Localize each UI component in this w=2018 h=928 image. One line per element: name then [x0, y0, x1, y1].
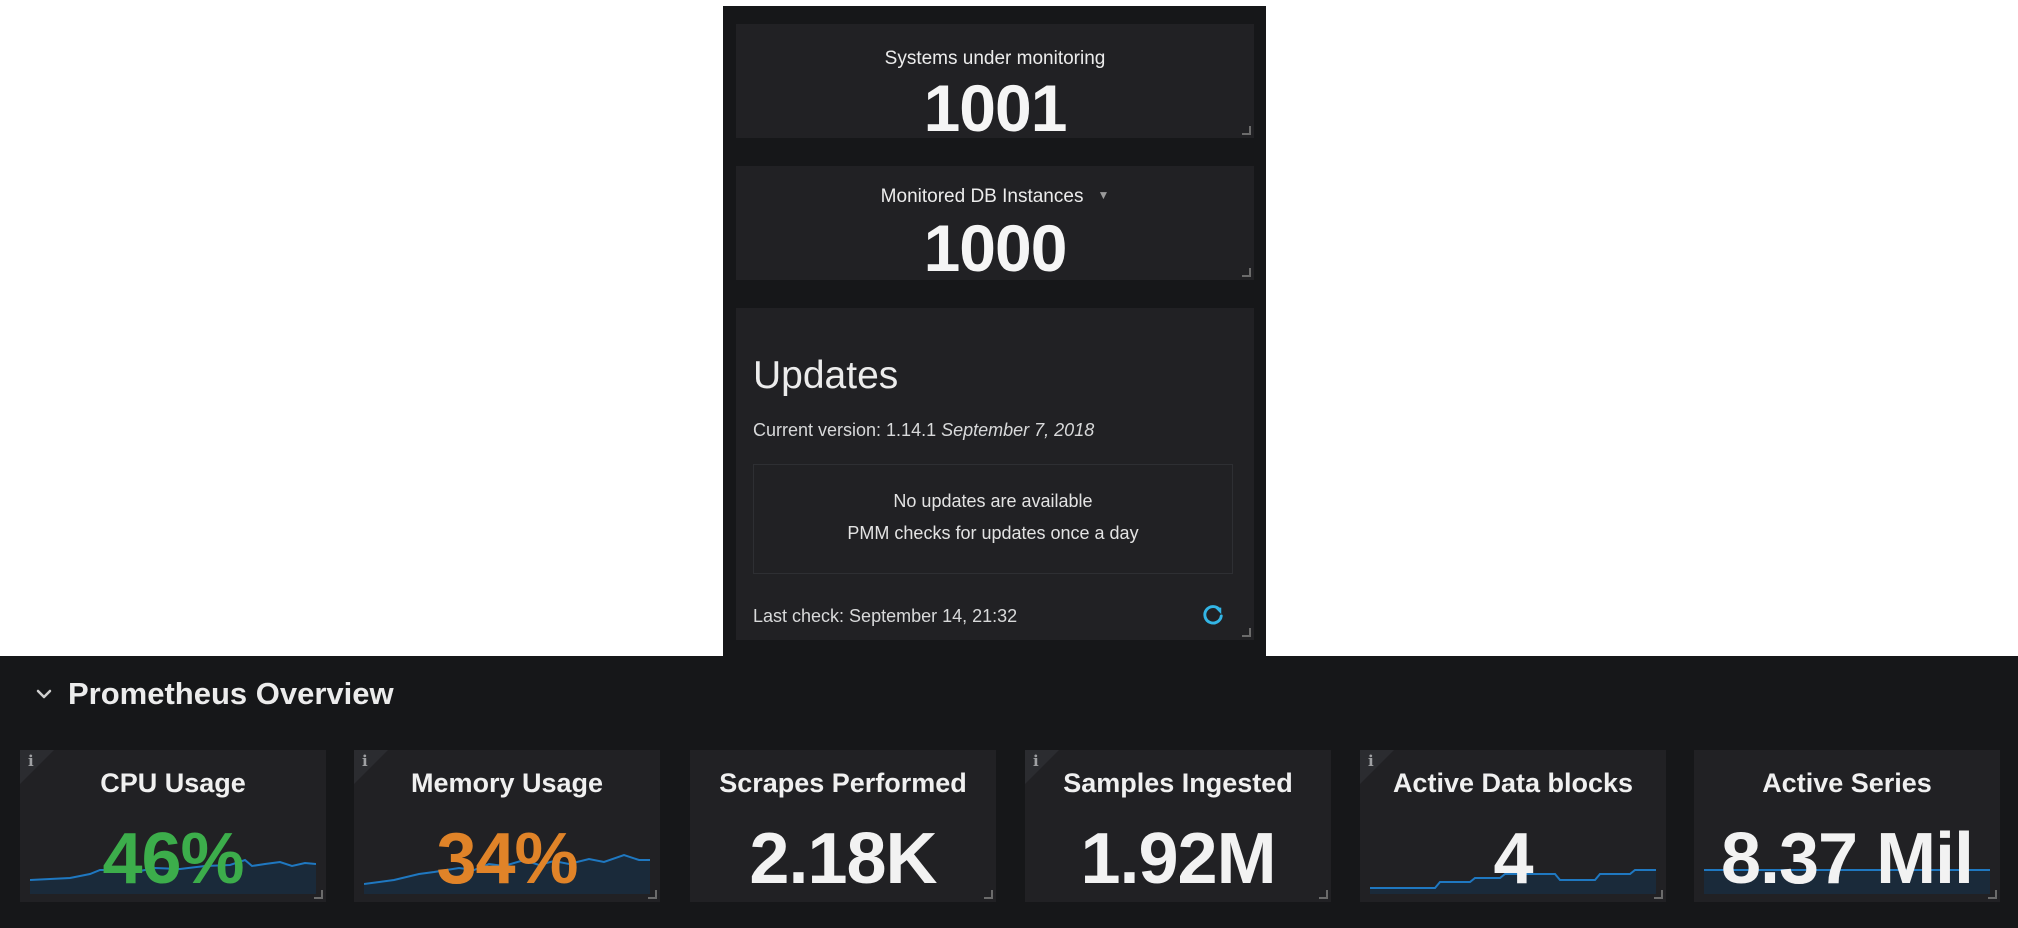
row-title: Prometheus Overview	[68, 676, 394, 711]
panel-title: Active Data blocks	[1392, 768, 1634, 798]
systems-panel: Systems under monitoring 1001	[736, 24, 1254, 145]
current-version: Current version: 1.14.1 September 7, 201…	[753, 420, 1094, 441]
updates-panel: Updates Current version: 1.14.1 Septembe…	[736, 308, 1254, 640]
version-date: September 7, 2018	[941, 420, 1095, 440]
prometheus-overview-row: Prometheus Overview i CPU Usage 46% i Me…	[0, 656, 2018, 928]
top-panel-column: Systems under monitoring 1001 Monitored …	[723, 6, 1266, 656]
panel-value: 34%	[436, 819, 578, 899]
panel-title: Memory Usage	[410, 768, 604, 798]
panel-title: Samples Ingested	[1063, 768, 1293, 798]
chevron-down-icon[interactable]	[34, 684, 54, 704]
panel-value: 4	[1493, 819, 1533, 899]
row-header[interactable]: Prometheus Overview	[34, 674, 394, 714]
panel-value: 1.92M	[1080, 819, 1276, 899]
resize-handle[interactable]	[1242, 268, 1251, 277]
cpu-usage-panel: i CPU Usage 46%	[20, 750, 326, 902]
active-series-panel: Active Series 8.37 Mil	[1694, 750, 2000, 902]
db-instances-panel: Monitored DB Instances ▼ 1000	[736, 166, 1254, 285]
systems-title: Systems under monitoring	[884, 48, 1106, 69]
db-instances-value: 1000	[923, 211, 1068, 285]
update-status-line1: No updates are available	[893, 491, 1093, 511]
panel-title: CPU Usage	[100, 768, 246, 798]
samples-ingested-panel: i Samples Ingested 1.92M	[1025, 750, 1331, 902]
resize-handle[interactable]	[1242, 126, 1251, 135]
memory-usage-panel: i Memory Usage 34%	[354, 750, 660, 902]
active-data-blocks-panel: i Active Data blocks 4	[1360, 750, 1666, 902]
panel-value: 46%	[102, 819, 244, 899]
panel-value: 8.37 Mil	[1720, 819, 1974, 899]
updates-title: Updates	[753, 354, 899, 397]
version-prefix: Current version: 1.14.1	[753, 420, 937, 440]
scrapes-performed-panel: Scrapes Performed 2.18K	[690, 750, 996, 902]
update-status-box: No updates are available PMM checks for …	[753, 464, 1233, 574]
db-instances-title[interactable]: Monitored DB Instances ▼	[736, 186, 1254, 208]
caret-down-icon[interactable]: ▼	[1097, 188, 1109, 202]
update-status-line2: PMM checks for updates once a day	[847, 523, 1139, 543]
panel-value: 2.18K	[749, 819, 937, 899]
panel-title: Scrapes Performed	[719, 768, 967, 798]
systems-value: 1001	[923, 71, 1068, 145]
db-instances-title-text: Monitored DB Instances	[880, 186, 1084, 207]
panel-title: Active Series	[1762, 768, 1932, 798]
last-check-text: Last check: September 14, 21:32	[753, 606, 1018, 626]
resize-handle[interactable]	[1242, 628, 1251, 637]
refresh-icon[interactable]	[1202, 604, 1224, 626]
